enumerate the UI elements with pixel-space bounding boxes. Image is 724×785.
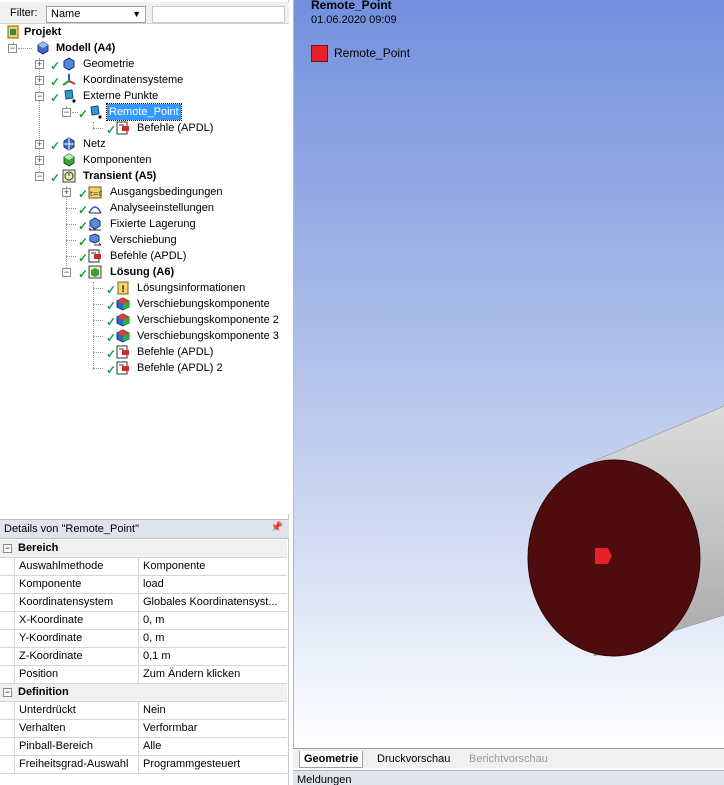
- messages-panel-header[interactable]: Meldungen: [293, 770, 724, 785]
- legend-label: Remote_Point: [334, 46, 411, 60]
- detail-row[interactable]: Koordinatensystem Globales Koordinatensys…: [0, 594, 287, 612]
- expand-toggle[interactable]: +: [35, 156, 44, 165]
- commands-icon: [116, 361, 129, 375]
- collapse-toggle[interactable]: −: [3, 688, 12, 697]
- pin-icon[interactable]: 📌: [271, 522, 283, 533]
- filter-label: Filter:: [10, 7, 38, 19]
- detail-row[interactable]: Komponente load: [0, 576, 287, 594]
- transient-analysis-icon: [62, 169, 76, 183]
- tab-druckvorschau[interactable]: Druckvorschau: [373, 751, 454, 768]
- detail-row[interactable]: Auswahlmethode Komponente: [0, 558, 287, 576]
- details-grid: − Bereich Auswahlmethode Komponente Kompon…: [0, 540, 287, 774]
- collapse-toggle[interactable]: −: [8, 44, 17, 53]
- model-cube-icon: [37, 41, 49, 55]
- coordinate-system-icon: [62, 74, 76, 86]
- remote-point-icon: [90, 105, 102, 119]
- status-check-icon: ✓: [78, 251, 89, 265]
- details-title: Details von "Remote_Point": [4, 523, 139, 535]
- status-check-icon: ✓: [50, 171, 61, 185]
- status-check-icon: ✓: [106, 123, 117, 137]
- status-check-icon: ✓: [106, 331, 117, 345]
- tab-geometrie[interactable]: Geometrie: [299, 751, 364, 768]
- details-panel-header: Details von "Remote_Point" 📌: [0, 519, 289, 539]
- detail-row[interactable]: Z-Koordinate 0,1 m: [0, 648, 287, 666]
- mesh-icon: [63, 137, 75, 151]
- expand-toggle[interactable]: +: [62, 188, 71, 197]
- status-check-icon: ✓: [78, 187, 89, 201]
- directional-deformation-icon: [116, 313, 130, 327]
- analysis-settings-icon: [88, 206, 102, 214]
- section-bereich[interactable]: − Bereich: [0, 540, 287, 558]
- solution-icon: [88, 265, 102, 279]
- status-check-icon: ✓: [78, 107, 89, 121]
- filter-dropdown[interactable]: Name ▼: [46, 6, 146, 23]
- viewport-title: Remote_Point: [311, 0, 392, 12]
- status-check-icon: ✓: [50, 75, 61, 89]
- remote-point-icon: [64, 89, 76, 103]
- geometry-icon: [63, 57, 75, 71]
- model-scene[interactable]: [294, 0, 724, 748]
- detail-row[interactable]: Pinball-Bereich Alle: [0, 738, 287, 756]
- outline-tree: Projekt − Modell (A4) + ✓ Geometrie + ✓ …: [0, 24, 289, 514]
- detail-row[interactable]: Unterdrückt Nein: [0, 702, 287, 720]
- cylinder-end-face[interactable]: [527, 459, 701, 657]
- status-check-icon: ✓: [78, 219, 89, 233]
- directional-deformation-icon: [116, 329, 130, 343]
- legend-color-swatch: [311, 45, 328, 62]
- svg-text:t=0: t=0: [90, 190, 102, 198]
- filter-search-input[interactable]: [152, 6, 285, 23]
- viewport-tabs: Geometrie Druckvorschau Berichtvorschau: [293, 748, 724, 768]
- viewport-timestamp: 01.06.2020 09:09: [311, 14, 397, 26]
- fixed-support-icon: [88, 217, 101, 231]
- filter-bar: Filter: Name ▼: [0, 2, 289, 24]
- commands-icon: [88, 249, 101, 263]
- collapse-toggle[interactable]: −: [62, 268, 71, 277]
- collapse-toggle[interactable]: −: [35, 92, 44, 101]
- project-icon: [7, 25, 19, 39]
- collapse-toggle[interactable]: −: [62, 108, 71, 117]
- status-check-icon: ✓: [78, 235, 89, 249]
- status-check-icon: ✓: [106, 283, 117, 297]
- commands-icon: [116, 121, 129, 135]
- detail-row[interactable]: Verhalten Verformbar: [0, 720, 287, 738]
- status-check-icon: ✓: [106, 347, 117, 361]
- detail-row[interactable]: X-Koordinate 0, m: [0, 612, 287, 630]
- detail-row[interactable]: Freiheitsgrad-Auswahl Programmgesteuert: [0, 756, 287, 774]
- detail-row[interactable]: Position Zum Ändern klicken: [0, 666, 287, 684]
- displacement-icon: [89, 233, 102, 246]
- expand-toggle[interactable]: +: [35, 60, 44, 69]
- filter-value: Name: [51, 8, 81, 20]
- collapse-toggle[interactable]: −: [35, 172, 44, 181]
- initial-conditions-icon: t=0: [88, 186, 102, 199]
- status-check-icon: ✓: [78, 267, 89, 281]
- status-check-icon: ✓: [50, 91, 61, 105]
- directional-deformation-icon: [116, 297, 130, 311]
- status-check-icon: ✓: [78, 203, 89, 217]
- solution-information-icon: !: [117, 281, 129, 295]
- status-check-icon: ✓: [106, 315, 117, 329]
- collapse-toggle[interactable]: −: [3, 544, 12, 553]
- status-check-icon: ✓: [106, 299, 117, 313]
- detail-row[interactable]: Y-Koordinate 0, m: [0, 630, 287, 648]
- status-check-icon: ✓: [50, 59, 61, 73]
- status-check-icon: ✓: [106, 363, 117, 377]
- outline-panel: Filter: Name ▼ Projekt − Modell (A4) + ✓…: [0, 0, 289, 785]
- tab-berichtvorschau[interactable]: Berichtvorschau: [465, 751, 552, 768]
- expand-toggle[interactable]: +: [35, 140, 44, 149]
- graphics-viewport[interactable]: Remote_Point 01.06.2020 09:09 Remote_Poi…: [293, 0, 724, 748]
- svg-text:!: !: [121, 285, 125, 295]
- commands-icon: [116, 345, 129, 359]
- status-check-icon: ✓: [50, 139, 61, 153]
- components-icon: [63, 153, 75, 167]
- chevron-down-icon: ▼: [132, 9, 141, 19]
- expand-toggle[interactable]: +: [35, 76, 44, 85]
- section-definition[interactable]: − Definition: [0, 684, 287, 702]
